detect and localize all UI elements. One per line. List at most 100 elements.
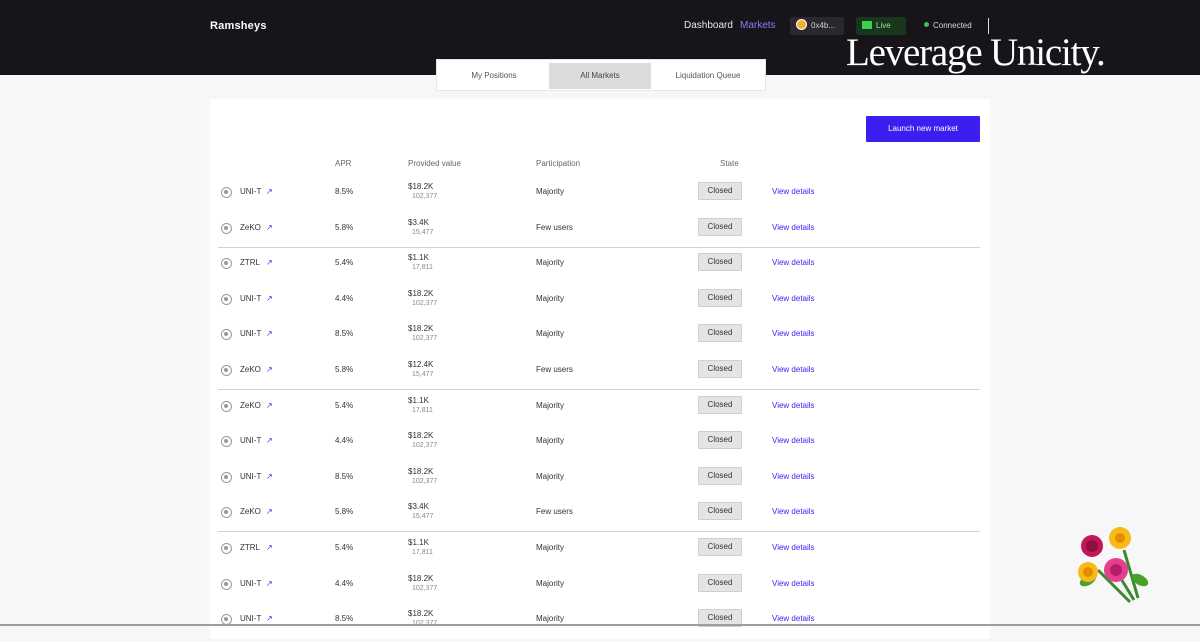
market-icon bbox=[221, 579, 232, 590]
apr-value: 5.4% bbox=[335, 401, 354, 410]
state-button[interactable]: Closed bbox=[698, 502, 742, 520]
view-details-link[interactable]: View details bbox=[772, 543, 815, 552]
provided-value-sub: 102,377 bbox=[412, 442, 438, 449]
state-button[interactable]: Closed bbox=[698, 253, 742, 271]
external-link-icon[interactable]: ↗ bbox=[266, 223, 273, 232]
launch-market-button[interactable]: Launch new market bbox=[866, 116, 980, 142]
wallet-chip[interactable]: 0x4b... bbox=[790, 17, 844, 35]
apr-value: 4.4% bbox=[335, 436, 354, 445]
provided-value: $1.1K bbox=[408, 538, 429, 547]
participation-value: Majority bbox=[536, 401, 565, 410]
provided-value: $3.4K bbox=[408, 502, 429, 511]
table-row[interactable]: ZeKO ↗ 5.4% $1.1K 17,811 Majority Closed View d… bbox=[218, 393, 982, 429]
table-row[interactable]: UNI-T ↗ 4.4% $18.2K 102,377 Majority Closed Vie… bbox=[218, 571, 982, 607]
apr-value: 8.5% bbox=[335, 187, 354, 196]
state-button[interactable]: Closed bbox=[698, 431, 742, 449]
view-details-link[interactable]: View details bbox=[772, 436, 815, 445]
market-name[interactable]: UNI-T bbox=[240, 187, 261, 196]
external-link-icon[interactable]: ↗ bbox=[266, 294, 273, 303]
view-details-link[interactable]: View details bbox=[772, 579, 815, 588]
external-link-icon[interactable]: ↗ bbox=[266, 329, 273, 338]
external-link-icon[interactable]: ↗ bbox=[266, 365, 273, 374]
market-name[interactable]: ZeKO bbox=[240, 365, 261, 374]
provided-value: $1.1K bbox=[408, 253, 429, 262]
external-link-icon[interactable]: ↗ bbox=[266, 472, 273, 481]
market-name[interactable]: ZTRL bbox=[240, 543, 260, 552]
view-details-link[interactable]: View details bbox=[772, 223, 815, 232]
provided-value-sub: 15,477 bbox=[412, 371, 434, 378]
market-name[interactable]: UNI-T bbox=[240, 472, 261, 481]
view-details-link[interactable]: View details bbox=[772, 614, 815, 623]
market-name[interactable]: UNI-T bbox=[240, 579, 261, 588]
provided-value-sub: 17,811 bbox=[412, 407, 433, 414]
participation-value: Majority bbox=[536, 294, 565, 303]
view-details-link[interactable]: View details bbox=[772, 507, 815, 516]
provided-value-sub: 17,811 bbox=[412, 549, 433, 556]
view-details-link[interactable]: View details bbox=[772, 401, 815, 410]
table-row[interactable]: ZTRL ↗ 5.4% $1.1K 17,811 Majority Closed View d… bbox=[218, 250, 982, 286]
market-icon bbox=[221, 258, 232, 269]
tab-my-positions[interactable]: My Positions bbox=[441, 63, 547, 89]
state-button[interactable]: Closed bbox=[698, 538, 742, 556]
provided-value: $18.2K bbox=[408, 431, 434, 440]
table-row[interactable]: UNI-T ↗ 4.4% $18.2K 102,377 Majority Closed Vie… bbox=[218, 428, 982, 464]
external-link-icon[interactable]: ↗ bbox=[266, 579, 273, 588]
external-link-icon[interactable]: ↗ bbox=[266, 543, 273, 552]
external-link-icon[interactable]: ↗ bbox=[266, 507, 273, 516]
view-details-link[interactable]: View details bbox=[772, 365, 815, 374]
view-details-link[interactable]: View details bbox=[772, 329, 815, 338]
market-name[interactable]: UNI-T bbox=[240, 329, 261, 338]
apr-value: 4.4% bbox=[335, 579, 354, 588]
state-button[interactable]: Closed bbox=[698, 396, 742, 414]
market-name[interactable]: UNI-T bbox=[240, 614, 261, 623]
market-name[interactable]: ZeKO bbox=[240, 223, 261, 232]
state-button[interactable]: Closed bbox=[698, 324, 742, 342]
table-row[interactable]: ZeKO ↗ 5.8% $12.4K 15,477 Few users Closed View… bbox=[218, 357, 982, 393]
external-link-icon[interactable]: ↗ bbox=[266, 436, 273, 445]
market-icon bbox=[221, 329, 232, 340]
nav-dashboard[interactable]: Dashboard bbox=[684, 20, 733, 31]
external-link-icon[interactable]: ↗ bbox=[266, 187, 273, 196]
market-name[interactable]: ZTRL bbox=[240, 258, 260, 267]
view-details-link[interactable]: View details bbox=[772, 187, 815, 196]
market-icon bbox=[221, 187, 232, 198]
market-name[interactable]: UNI-T bbox=[240, 436, 261, 445]
state-button[interactable]: Closed bbox=[698, 574, 742, 592]
table-row[interactable]: UNI-T ↗ 8.5% $18.2K 102,377 Majority Closed Vie… bbox=[218, 179, 982, 215]
provided-value-sub: 102,377 bbox=[412, 478, 438, 485]
participation-value: Few users bbox=[536, 507, 573, 516]
state-button[interactable]: Closed bbox=[698, 182, 742, 200]
participation-value: Majority bbox=[536, 187, 565, 196]
view-details-link[interactable]: View details bbox=[772, 472, 815, 481]
provided-value-sub: 102,377 bbox=[412, 193, 438, 200]
market-name[interactable]: ZeKO bbox=[240, 507, 261, 516]
table-row[interactable]: UNI-T ↗ 4.4% $18.2K 102,377 Majority Closed Vie… bbox=[218, 286, 982, 322]
view-details-link[interactable]: View details bbox=[772, 294, 815, 303]
market-name[interactable]: UNI-T bbox=[240, 294, 261, 303]
market-name[interactable]: ZeKO bbox=[240, 401, 261, 410]
tab-all-markets[interactable]: All Markets bbox=[549, 63, 651, 89]
column-header-state: State bbox=[720, 159, 739, 168]
table-row[interactable]: ZeKO ↗ 5.8% $3.4K 15,477 Few users Closed View … bbox=[218, 215, 982, 251]
state-button[interactable]: Closed bbox=[698, 467, 742, 485]
external-link-icon[interactable]: ↗ bbox=[266, 258, 273, 267]
state-button[interactable]: Closed bbox=[698, 289, 742, 307]
external-link-icon[interactable]: ↗ bbox=[266, 401, 273, 410]
table-row[interactable]: UNI-T ↗ 8.5% $18.2K 102,377 Majority Closed Vie… bbox=[218, 464, 982, 500]
state-button[interactable]: Closed bbox=[698, 360, 742, 378]
account-chip-label: Connected bbox=[933, 21, 972, 30]
nav-markets[interactable]: Markets bbox=[740, 20, 776, 31]
table-row[interactable]: UNI-T ↗ 8.5% $18.2K 102,377 Majority Closed Vie… bbox=[218, 321, 982, 357]
table-row[interactable]: ZeKO ↗ 5.8% $3.4K 15,477 Few users Closed View … bbox=[218, 499, 982, 535]
view-details-link[interactable]: View details bbox=[772, 258, 815, 267]
apr-value: 8.5% bbox=[335, 329, 354, 338]
table-row[interactable]: ZTRL ↗ 5.4% $1.1K 17,811 Majority Closed View d… bbox=[218, 535, 982, 571]
tab-liquidation-queue[interactable]: Liquidation Queue bbox=[653, 63, 763, 89]
row-group-divider bbox=[218, 389, 980, 390]
external-link-icon[interactable]: ↗ bbox=[266, 614, 273, 623]
state-button[interactable]: Closed bbox=[698, 218, 742, 236]
apr-value: 5.4% bbox=[335, 543, 354, 552]
column-header-apr: APR bbox=[335, 159, 352, 168]
brand-logo[interactable]: Ramsheys bbox=[210, 20, 267, 32]
provided-value: $18.2K bbox=[408, 574, 434, 583]
